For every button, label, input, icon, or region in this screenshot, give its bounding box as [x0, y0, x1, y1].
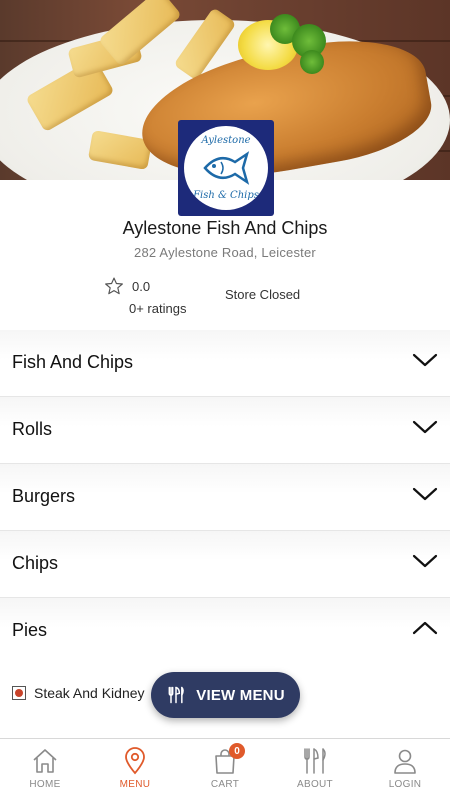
- store-address: 282 Aylestone Road, Leicester: [134, 245, 316, 260]
- cutlery-icon: [304, 748, 326, 774]
- rating-value: 0.0: [132, 278, 151, 294]
- location-pin-icon: [125, 747, 145, 775]
- nav-about[interactable]: ABOUT: [270, 739, 360, 800]
- menu-item-label: Steak And Kidney: [34, 685, 145, 701]
- item-indicator-icon: [12, 686, 26, 700]
- category-burgers[interactable]: Burgers: [0, 464, 450, 531]
- logo-bottom-text: Fish & Chips: [193, 190, 259, 201]
- nav-login[interactable]: LOGIN: [360, 739, 450, 800]
- chevron-down-icon: [412, 554, 438, 568]
- category-label: Chips: [12, 553, 59, 573]
- fish-logo-icon: [203, 151, 250, 185]
- category-pies[interactable]: Pies: [0, 598, 450, 665]
- chevron-down-icon: [412, 487, 438, 501]
- logo-top-text: Aylestone: [201, 135, 251, 146]
- user-icon: [394, 749, 416, 774]
- store-status: Store Closed: [225, 287, 301, 302]
- category-chips[interactable]: Chips: [0, 531, 450, 598]
- rating-count: 0+ ratings: [129, 301, 187, 316]
- bottom-navigation: HOME MENU 0 CART ABOUT LOGIN: [0, 738, 450, 800]
- nav-label: MENU: [119, 779, 151, 790]
- nav-label: HOME: [29, 779, 61, 790]
- rating: 0.0: [104, 276, 150, 296]
- chevron-down-icon: [412, 353, 438, 367]
- store-name: Aylestone Fish And Chips: [122, 218, 328, 238]
- home-icon: [33, 749, 57, 773]
- view-menu-label: VIEW MENU: [196, 686, 285, 704]
- category-label: Rolls: [12, 419, 53, 439]
- nav-label: CART: [210, 779, 240, 790]
- nav-menu[interactable]: MENU: [90, 739, 180, 800]
- menu-item-steak-and-kidney[interactable]: Steak And Kidney: [12, 685, 145, 701]
- view-menu-button[interactable]: VIEW MENU: [151, 672, 300, 718]
- menu-categories: Fish And Chips Rolls Burgers Chips Pies: [0, 330, 450, 665]
- nav-home[interactable]: HOME: [0, 739, 90, 800]
- cutlery-icon: [168, 686, 185, 704]
- category-label: Burgers: [12, 486, 76, 506]
- category-label: Pies: [12, 620, 48, 640]
- star-icon: [105, 277, 123, 295]
- cart-count-badge: 0: [229, 743, 245, 759]
- store-logo: Aylestone Fish & Chips: [178, 120, 274, 216]
- category-fish-and-chips[interactable]: Fish And Chips: [0, 330, 450, 397]
- nav-label: ABOUT: [297, 779, 333, 790]
- chevron-up-icon: [412, 621, 438, 635]
- category-label: Fish And Chips: [12, 352, 134, 372]
- nav-cart[interactable]: 0 CART: [180, 739, 270, 800]
- category-rolls[interactable]: Rolls: [0, 397, 450, 464]
- nav-label: LOGIN: [388, 779, 422, 790]
- chevron-down-icon: [412, 420, 438, 434]
